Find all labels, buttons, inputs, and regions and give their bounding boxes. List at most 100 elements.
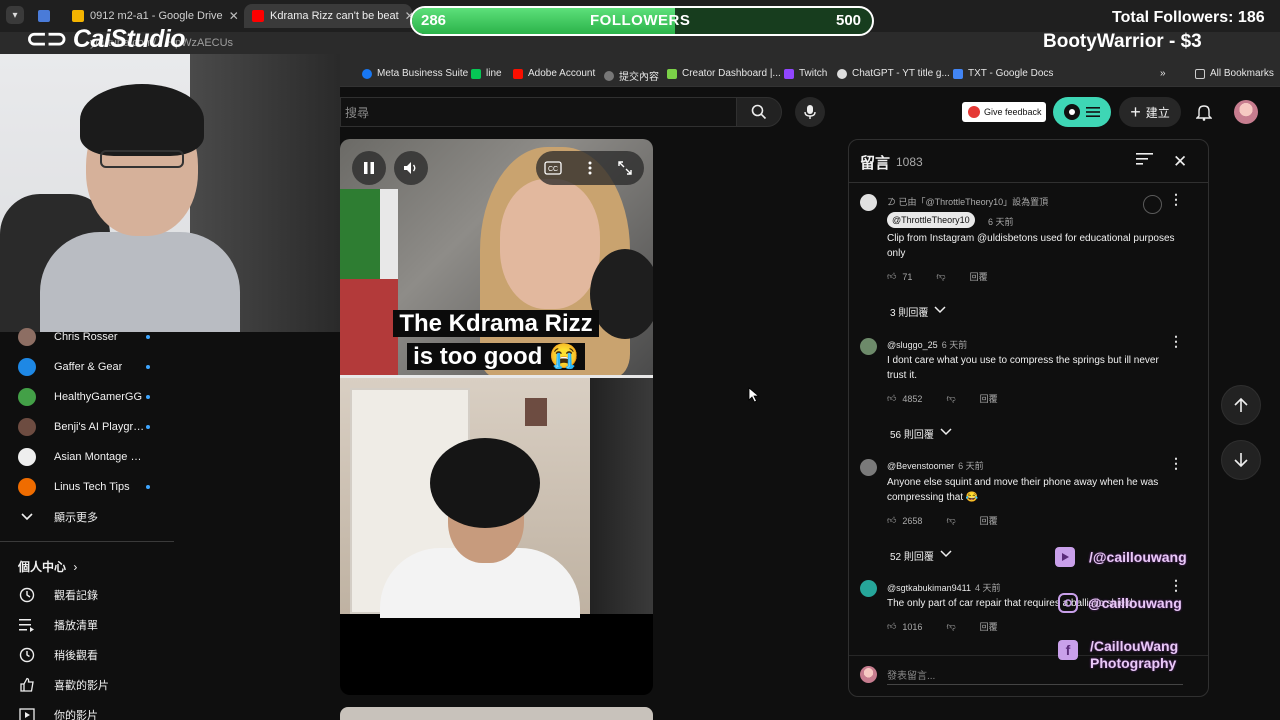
- svg-text:CC: CC: [548, 166, 558, 173]
- sort-comments-button[interactable]: [1136, 152, 1154, 171]
- tab-search-chevron-icon[interactable]: ▾: [6, 6, 24, 24]
- extension-menu-button[interactable]: [1053, 97, 1111, 127]
- bookmark-chatgpt[interactable]: ChatGPT - YT title g...: [837, 68, 950, 79]
- tab-label: Kdrama Rizz can't be beat: [270, 10, 399, 22]
- close-comments-icon[interactable]: ✕: [1173, 152, 1187, 172]
- adobe-icon: [513, 68, 523, 79]
- replies-label: 56 則回覆: [890, 430, 934, 441]
- voice-search-button[interactable]: [795, 97, 825, 127]
- next-short-preview[interactable]: [340, 707, 653, 720]
- dislike-icon[interactable]: 👎︎: [936, 271, 945, 282]
- sidebar-show-more[interactable]: 顯示更多: [18, 507, 174, 527]
- pause-icon: [364, 162, 374, 174]
- account-avatar[interactable]: [1234, 100, 1258, 124]
- previous-short-button[interactable]: [1221, 385, 1261, 425]
- pause-button[interactable]: [352, 151, 386, 185]
- tab-label: 0912 m2-a1 - Google Drive: [90, 10, 223, 22]
- view-replies-button[interactable]: 56 則回覆: [890, 426, 952, 441]
- comment-author[interactable]: @sluggo_25: [887, 340, 938, 350]
- like-count: 1016: [902, 621, 923, 632]
- sidebar-item-playlists[interactable]: 播放清單: [18, 615, 174, 635]
- reply-button[interactable]: 回覆: [980, 514, 998, 527]
- screen: ▾ 0912 m2-a1 - Google Drive ✕ Kdrama Riz…: [0, 0, 1280, 720]
- reply-button[interactable]: 回覆: [970, 270, 988, 283]
- pin-icon: ⊅: [887, 197, 899, 207]
- like-icon[interactable]: 👍︎: [887, 393, 896, 404]
- fullscreen-button[interactable]: [608, 151, 642, 185]
- comment-menu-icon[interactable]: ⋮: [1169, 333, 1183, 350]
- dislike-icon[interactable]: 👎︎: [946, 515, 955, 526]
- channel-avatar: [18, 358, 36, 376]
- bookmark-txt-docs[interactable]: TXT - Google Docs: [953, 68, 1053, 79]
- sidebar-item-linus-tech-tips[interactable]: Linus Tech Tips: [18, 477, 174, 497]
- next-short-button[interactable]: [1221, 440, 1261, 480]
- bookmarks-overflow-icon[interactable]: »: [1160, 68, 1166, 79]
- caption-line: is too good 😭: [407, 343, 585, 370]
- sidebar-item-watch-later[interactable]: 稍後觀看: [18, 645, 174, 665]
- comment-author-tag[interactable]: @ThrottleTheory10: [887, 212, 975, 228]
- sidebar-item-benjis-ai-playground[interactable]: Benji's AI Playgro...: [18, 417, 174, 437]
- sidebar-item-chris-rosser[interactable]: Chris Rosser: [18, 327, 174, 347]
- followers-label: FOLLOWERS: [590, 12, 691, 29]
- search-icon: [751, 104, 767, 120]
- sidebar-item-history[interactable]: 觀看記錄: [18, 585, 174, 605]
- like-icon[interactable]: 👍︎: [887, 271, 896, 282]
- replies-label: 3 則回覆: [890, 308, 929, 319]
- create-button[interactable]: + 建立: [1119, 97, 1181, 127]
- bookmark-meta[interactable]: Meta Business Suite: [362, 68, 468, 79]
- tab-youtube-video[interactable]: Kdrama Rizz can't be beat ✕: [244, 4, 412, 28]
- notifications-button[interactable]: [1192, 100, 1216, 124]
- sidebar-you-section[interactable]: 個人中心 ›: [18, 558, 77, 575]
- captions-button[interactable]: CC: [536, 151, 570, 185]
- webcam-person-hair: [80, 84, 204, 156]
- shorts-video-player[interactable]: The Kdrama Rizz is too good 😭 CC: [340, 139, 653, 695]
- like-icon[interactable]: 👍︎: [887, 515, 896, 526]
- comment-avatar[interactable]: [860, 459, 877, 476]
- comment-avatar[interactable]: [860, 194, 877, 211]
- new-content-dot: [146, 335, 150, 339]
- more-options-button[interactable]: [573, 151, 607, 185]
- arrow-down-icon: [1234, 453, 1248, 468]
- comment-author[interactable]: @Bevenstoomer: [887, 461, 954, 471]
- bookmark-creator-dashboard[interactable]: Creator Dashboard |...: [667, 68, 781, 79]
- comment-author[interactable]: @sgtkabukiman9411: [887, 583, 971, 593]
- social-handle: @caillouwang: [1088, 594, 1182, 611]
- sidebar-item-asian-montage-film[interactable]: Asian Montage Film: [18, 447, 174, 467]
- reply-button[interactable]: 回覆: [980, 620, 998, 633]
- sidebar-item-label: Linus Tech Tips: [54, 481, 130, 493]
- sidebar-item-healthygamergg[interactable]: HealthyGamerGG: [18, 387, 174, 407]
- view-replies-button[interactable]: 3 則回覆: [890, 304, 946, 319]
- flag-white-stripe: [380, 189, 398, 279]
- reply-button[interactable]: 回覆: [980, 392, 998, 405]
- search-button[interactable]: [736, 97, 782, 127]
- sidebar-item-liked-videos[interactable]: 喜歡的影片: [18, 675, 174, 695]
- comment-avatar[interactable]: [860, 580, 877, 597]
- comment-avatar[interactable]: [860, 338, 877, 355]
- dislike-icon[interactable]: 👎︎: [946, 621, 955, 632]
- bookmark-twitch[interactable]: Twitch: [784, 68, 827, 79]
- search-box[interactable]: [340, 97, 736, 127]
- bookmark-line[interactable]: line: [471, 68, 502, 79]
- search-input[interactable]: 搜尋: [345, 104, 369, 121]
- comment-time: 6 天前: [941, 340, 968, 350]
- fullscreen-icon: [618, 161, 632, 175]
- sidebar-item-your-videos[interactable]: 你的影片: [18, 705, 174, 720]
- close-tab-icon[interactable]: ✕: [229, 9, 238, 23]
- comment-menu-icon[interactable]: ⋮: [1169, 455, 1183, 472]
- dislike-icon[interactable]: 👎︎: [946, 393, 955, 404]
- bookmark-adobe[interactable]: Adobe Account: [513, 68, 595, 79]
- comment-header: @sluggo_25 6 天前: [887, 338, 967, 351]
- comment-menu-icon[interactable]: ⋮: [1169, 577, 1183, 594]
- sidebar-item-gaffer-gear[interactable]: Gaffer & Gear: [18, 357, 174, 377]
- volume-button[interactable]: [394, 151, 428, 185]
- like-icon[interactable]: 👍︎: [887, 621, 896, 632]
- view-replies-button[interactable]: 52 則回覆: [890, 548, 952, 563]
- all-bookmarks[interactable]: All Bookmarks: [1195, 68, 1274, 79]
- add-comment-input[interactable]: 發表留言...: [887, 667, 935, 682]
- comment-text: Clip from Instagram @uldisbetons used fo…: [887, 233, 1175, 259]
- give-feedback-button[interactable]: Give feedback: [962, 102, 1046, 122]
- bookmark-submit[interactable]: 提交內容: [604, 68, 659, 83]
- replies-label: 52 則回覆: [890, 552, 934, 563]
- comment-menu-icon[interactable]: ⋮: [1169, 191, 1183, 208]
- social-handle: /@caillouwang: [1089, 548, 1187, 565]
